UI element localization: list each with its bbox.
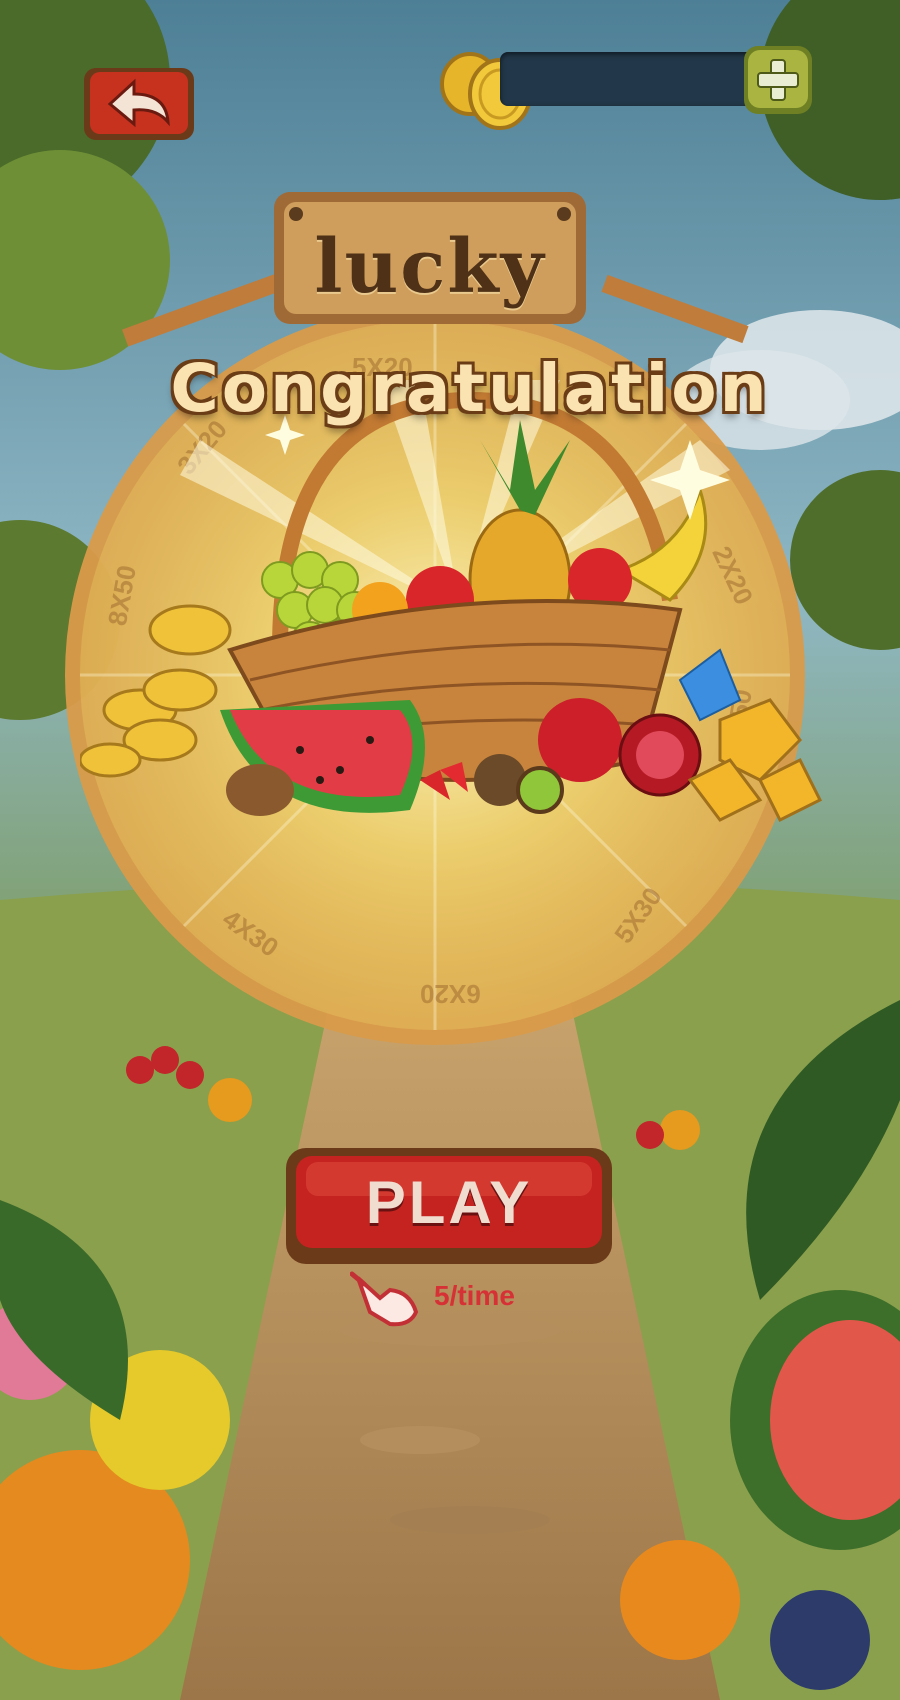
- pointing-hand-icon: [350, 1271, 419, 1327]
- coin-track: [500, 52, 760, 106]
- congratulation-banner: Congratulation: [170, 350, 770, 427]
- back-arrow-icon: [84, 68, 194, 140]
- fruit-basket-prize: [80, 380, 823, 823]
- back-button[interactable]: [82, 64, 196, 144]
- add-coins-button[interactable]: [742, 44, 814, 116]
- lucky-sign: lucky: [270, 188, 590, 328]
- spin-cost: 5/time: [350, 1268, 570, 1328]
- plus-icon: [744, 46, 812, 114]
- play-button[interactable]: PLAY: [284, 1146, 614, 1266]
- cost-per-spin: 5/time: [434, 1280, 515, 1311]
- coin-balance-bar: [440, 44, 820, 134]
- lucky-title: lucky: [314, 224, 546, 310]
- wheel-segment-label: 6X20: [420, 979, 481, 1009]
- play-label: PLAY: [365, 1169, 533, 1236]
